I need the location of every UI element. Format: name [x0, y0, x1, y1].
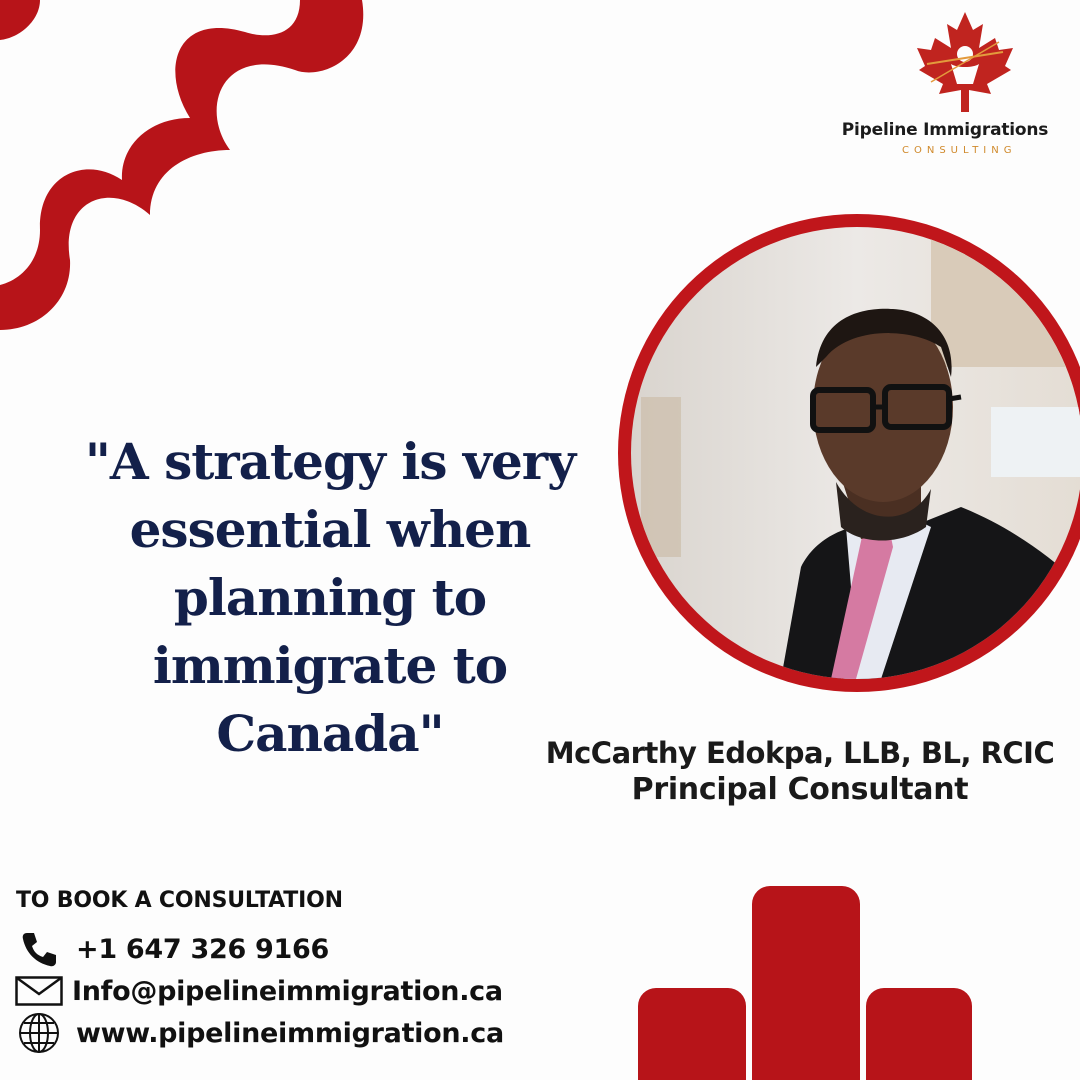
- contact-heading: TO BOOK A CONSULTATION: [16, 888, 343, 913]
- phone-icon: [14, 929, 64, 969]
- contact-website-row[interactable]: www.pipelineimmigration.ca: [14, 1013, 504, 1053]
- consultant-portrait: [618, 214, 1080, 692]
- attribution: McCarthy Edokpa, LLB, BL, RCIC Principal…: [520, 734, 1080, 808]
- portrait-photo: [631, 227, 1080, 679]
- consultant-role: Principal Consultant: [631, 772, 969, 807]
- globe-icon: [14, 1013, 64, 1053]
- quote-line: essential when: [129, 500, 532, 559]
- phone-number[interactable]: +1 647 326 9166: [76, 934, 329, 965]
- envelope-icon: [14, 971, 64, 1011]
- maple-leaf-icon: [917, 12, 1013, 112]
- consultant-name: McCarthy Edokpa, LLB, BL, RCIC: [545, 736, 1055, 770]
- quote-line: planning to: [173, 568, 487, 627]
- quote-line: "A strategy is very: [84, 432, 576, 491]
- contact-email-row[interactable]: Info@pipelineimmigration.ca: [14, 971, 503, 1011]
- quote-text: "A strategy is very essential when plann…: [40, 428, 620, 768]
- decorative-corner-shape: [0, 0, 364, 330]
- decorative-bar-left: [638, 988, 746, 1080]
- brand-tagline: CONSULTING: [902, 145, 1017, 156]
- decorative-bar-right: [866, 988, 972, 1080]
- email-address[interactable]: Info@pipelineimmigration.ca: [72, 976, 503, 1007]
- brand-logo: Pipeline Immigrations CONSULTING: [830, 12, 1060, 156]
- decorative-bar-center: [752, 886, 860, 1080]
- brand-name: Pipeline Immigrations: [841, 120, 1049, 140]
- contact-phone-row[interactable]: +1 647 326 9166: [14, 929, 329, 969]
- website-url[interactable]: www.pipelineimmigration.ca: [76, 1018, 504, 1049]
